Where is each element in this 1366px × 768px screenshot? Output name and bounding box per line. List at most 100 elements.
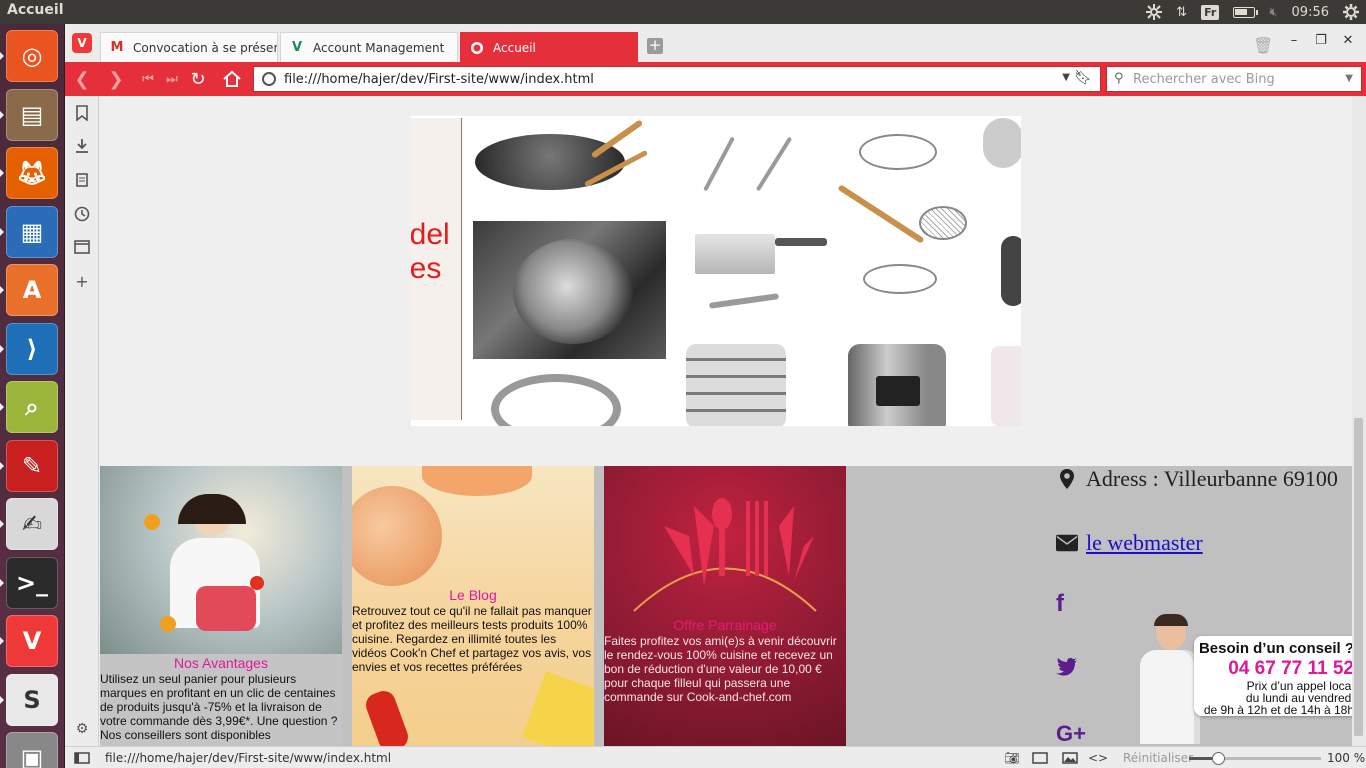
scale-image xyxy=(1001,236,1021,306)
text-editor-icon[interactable]: ✍ xyxy=(6,498,58,550)
keyboard-layout-label: Fr xyxy=(1201,4,1220,20)
tiling-icon[interactable] xyxy=(1031,750,1049,766)
vivaldi-menu-button[interactable]: V xyxy=(72,33,92,53)
power-gear-icon[interactable] xyxy=(1336,0,1366,24)
downloads-panel-icon[interactable] xyxy=(73,137,91,155)
vscode-icon-glyph: ⟩ xyxy=(26,334,38,363)
page-actions-icon[interactable]: <> xyxy=(1088,750,1108,766)
back-button[interactable]: ❮ xyxy=(70,67,94,91)
close-button[interactable]: ✕ xyxy=(1337,30,1359,50)
history-panel-icon[interactable] xyxy=(73,205,91,223)
address-line: Adress : Villeurbanne 69100 xyxy=(1056,466,1338,492)
toggle-panel-icon[interactable] xyxy=(73,750,91,766)
google-plus-icon[interactable]: G+ xyxy=(1056,721,1086,746)
rice-cooker-image xyxy=(848,344,946,426)
url-input[interactable]: file:///home/hajer/dev/First-site/www/in… xyxy=(253,66,1101,92)
bookmark-icon[interactable]: 🔖︎ xyxy=(1074,70,1092,86)
pdf-viewer-icon[interactable]: ✎ xyxy=(6,439,58,492)
steamer-pot-image xyxy=(686,344,786,426)
volume-muted-icon[interactable]: 🔇︎ xyxy=(1262,0,1284,24)
running-indicator xyxy=(0,52,4,60)
egg-image xyxy=(352,486,442,586)
fast-forward-button[interactable]: ⏭ xyxy=(160,67,184,91)
capture-icon[interactable]: 📷︎ xyxy=(1003,750,1021,766)
libreoffice-writer-icon[interactable]: ▦ xyxy=(6,205,58,258)
trash-launcher-icon[interactable]: ▣ xyxy=(6,732,58,768)
advisor-callout[interactable]: Besoin d’un conseil ? 04 67 77 11 52 Pri… xyxy=(1140,614,1352,746)
terminal-icon[interactable]: >_ xyxy=(6,556,58,609)
tab-account-management[interactable]: V Account Management xyxy=(280,32,458,62)
wire-strainer-image xyxy=(919,206,967,240)
vivaldi-icon-glyph: V xyxy=(22,627,42,655)
bookmarks-panel-icon[interactable] xyxy=(73,104,91,122)
ladle-image xyxy=(703,136,735,192)
v-logo-icon: V xyxy=(291,40,303,55)
banner-text-line: adel xyxy=(411,218,450,251)
window-panel-icon[interactable] xyxy=(73,238,91,256)
scrollbar-thumb[interactable] xyxy=(1354,418,1363,736)
ubuntu-dash-icon-glyph: ◎ xyxy=(21,42,43,70)
tab-accueil[interactable]: Accueil xyxy=(460,32,638,62)
minimize-button[interactable]: – xyxy=(1283,30,1305,50)
card-le-blog[interactable]: Le Blog Retrouvez tout ce qu'il ne falla… xyxy=(352,466,594,746)
card-offre-parrainage[interactable]: Offre Parrainage Faites profitez vos ami… xyxy=(604,466,846,746)
page-viewport[interactable]: adel ues xyxy=(100,96,1352,746)
pan-photo xyxy=(473,221,666,359)
twitter-icon[interactable] xyxy=(1056,658,1078,681)
active-app-title: Accueil xyxy=(7,2,64,18)
top-panel: Accueil ⇅ Fr 🔇︎ 09:56 xyxy=(0,0,1366,24)
clock[interactable]: 09:56 xyxy=(1285,0,1336,24)
forward-button[interactable]: ❯ xyxy=(104,67,128,91)
cleaver-handle xyxy=(775,238,827,246)
trash-icon[interactable]: 🗑︎ xyxy=(1253,36,1273,55)
vivaldi-icon[interactable]: V xyxy=(6,615,58,667)
chef-photo xyxy=(100,466,342,654)
tab-convocation[interactable]: M Convocation à se présenter xyxy=(100,32,278,62)
running-indicator xyxy=(0,227,4,236)
vscode-icon[interactable]: ⟩ xyxy=(6,322,58,375)
page-scrollbar[interactable] xyxy=(1352,96,1366,746)
add-web-panel-icon[interactable]: + xyxy=(73,272,91,291)
site-info-icon[interactable] xyxy=(262,72,276,86)
new-tab-button[interactable]: + xyxy=(647,38,663,54)
tab-label: Account Management xyxy=(313,40,445,55)
banner-overlay-text: adel ues xyxy=(411,218,450,286)
network-arrows-icon[interactable]: ⇅ xyxy=(1169,0,1194,24)
banner-text-line: ues xyxy=(411,252,442,285)
search-engine-dropdown-icon[interactable]: ▼ xyxy=(1345,73,1353,84)
trash-launcher-icon-glyph: ▣ xyxy=(20,744,44,768)
battery-icon[interactable] xyxy=(1226,0,1262,24)
maximize-button[interactable]: ❐ xyxy=(1310,30,1332,50)
image-viewer-icon[interactable]: ⌕ xyxy=(6,381,58,433)
firefox-icon[interactable]: 🦊︎ xyxy=(6,147,58,199)
search-input[interactable]: ⚲ Rechercher avec Bing ▼ xyxy=(1106,66,1362,92)
settings-icon[interactable]: ⚙ xyxy=(73,720,91,738)
eggshell-image xyxy=(422,466,532,496)
files-icon-glyph: ▤ xyxy=(20,100,44,129)
rewind-button[interactable]: ⏮ xyxy=(136,67,160,91)
zoom-slider-knob[interactable] xyxy=(1212,752,1225,765)
facebook-icon[interactable]: f xyxy=(1056,590,1064,618)
reload-button[interactable]: ↻ xyxy=(186,67,210,91)
webmaster-line: le webmaster xyxy=(1056,530,1203,556)
advisor-phone[interactable]: 04 67 77 11 52 xyxy=(1194,658,1352,680)
strainer-handle xyxy=(837,184,925,244)
address-text: Adress : Villeurbanne 69100 xyxy=(1086,466,1338,491)
zoom-slider[interactable] xyxy=(1189,752,1321,765)
notes-panel-icon[interactable] xyxy=(73,171,91,189)
ubuntu-dash-icon[interactable]: ◎ xyxy=(6,30,58,82)
home-button[interactable] xyxy=(220,67,244,91)
card-nos-avantages[interactable]: Nos Avantages Utilisez un seul panier po… xyxy=(100,466,342,746)
kettle-image xyxy=(991,346,1021,426)
settings-gear-icon[interactable] xyxy=(1139,0,1169,24)
files-icon[interactable]: ▤ xyxy=(6,88,58,141)
software-center-icon[interactable]: A xyxy=(6,264,58,316)
webmaster-link[interactable]: le webmaster xyxy=(1086,530,1203,556)
keyboard-layout-indicator[interactable]: Fr xyxy=(1194,0,1226,24)
zoom-reset-button[interactable]: Réinitialiser xyxy=(1123,751,1193,765)
slack-icon[interactable]: S xyxy=(6,673,58,726)
skimmer-image xyxy=(755,136,793,192)
libreoffice-writer-icon-glyph: ▦ xyxy=(20,217,44,246)
images-toggle-icon[interactable] xyxy=(1061,750,1079,766)
url-history-dropdown-icon[interactable]: ▼ xyxy=(1062,72,1070,83)
